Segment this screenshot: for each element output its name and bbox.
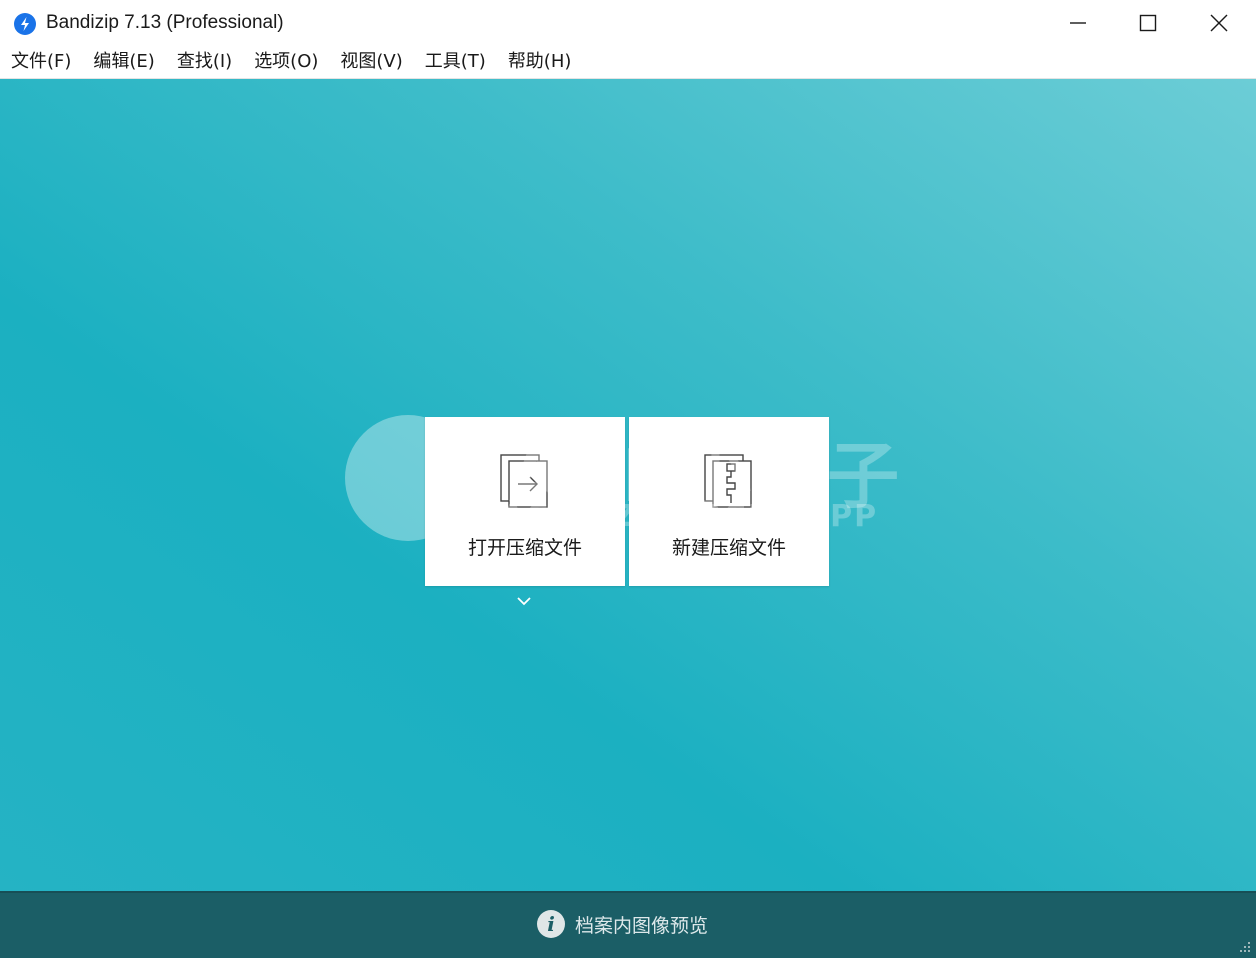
main-area: 打开压缩文件 新建压缩文件 JACK小桔子 JACKXJZ.VERCEL.APP bbox=[0, 79, 1256, 891]
chevron-down-icon[interactable] bbox=[514, 594, 534, 608]
title-bar: Bandizip 7.13 (Professional) bbox=[0, 0, 1256, 46]
close-button[interactable] bbox=[1184, 0, 1254, 46]
watermark-url: JACKXJZ.VERCEL.APP bbox=[488, 499, 879, 534]
archive-image-preview-toggle[interactable]: i 档案内图像预览 bbox=[537, 910, 708, 938]
maximize-button[interactable] bbox=[1113, 0, 1183, 46]
menu-bar: 文件(F) 编辑(E) 查找(I) 选项(O) 视图(V) 工具(T) 帮助(H… bbox=[0, 46, 1256, 79]
close-icon bbox=[1210, 14, 1228, 32]
bandizip-logo-icon bbox=[14, 13, 36, 35]
status-bar: i 档案内图像预览 bbox=[0, 891, 1256, 958]
minimize-button[interactable] bbox=[1043, 0, 1113, 46]
menu-help[interactable]: 帮助(H) bbox=[497, 46, 583, 78]
menu-options[interactable]: 选项(O) bbox=[243, 46, 329, 78]
open-archive-label: 打开压缩文件 bbox=[467, 537, 582, 559]
status-text: 档案内图像预览 bbox=[575, 914, 709, 937]
info-icon: i bbox=[537, 910, 565, 938]
maximize-icon bbox=[1139, 14, 1157, 32]
window-title: Bandizip 7.13 (Professional) bbox=[46, 12, 284, 33]
minimize-icon bbox=[1070, 22, 1086, 24]
menu-find[interactable]: 查找(I) bbox=[166, 46, 243, 78]
menu-view[interactable]: 视图(V) bbox=[329, 46, 413, 78]
menu-tools[interactable]: 工具(T) bbox=[414, 46, 497, 78]
menu-edit[interactable]: 编辑(E) bbox=[82, 46, 165, 78]
resize-grip-icon[interactable] bbox=[1236, 938, 1252, 954]
menu-file[interactable]: 文件(F) bbox=[0, 46, 82, 78]
new-archive-label: 新建压缩文件 bbox=[671, 537, 786, 559]
